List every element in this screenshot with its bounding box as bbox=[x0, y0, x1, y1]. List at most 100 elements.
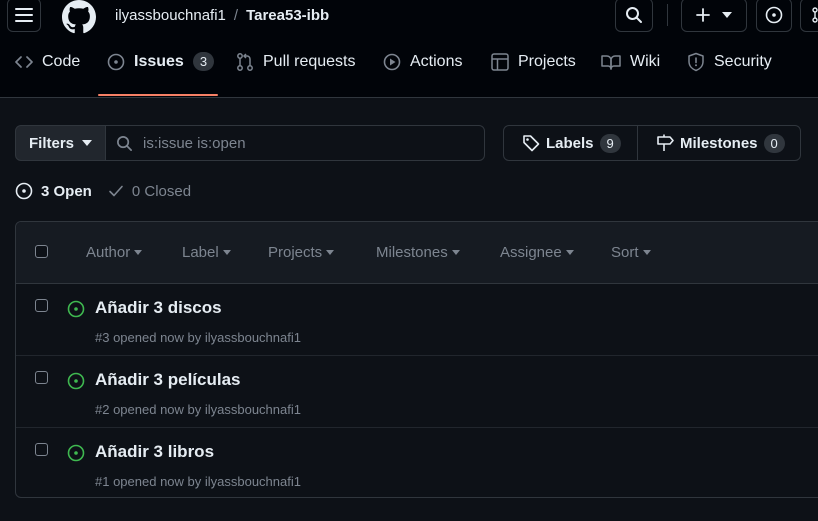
git-pull-request-icon bbox=[237, 53, 253, 71]
tab-security[interactable]: Security bbox=[687, 52, 772, 90]
search-icon bbox=[117, 135, 132, 151]
breadcrumb-separator: / bbox=[233, 7, 239, 24]
issue-title-link[interactable]: Añadir 3 libros bbox=[95, 442, 214, 462]
assignee-filter[interactable]: Assignee bbox=[500, 244, 574, 261]
issue-meta: #2 opened now by ilyassbouchnafi1 bbox=[95, 402, 301, 417]
issue-row: Añadir 3 discos #3 opened now by ilyassb… bbox=[16, 284, 818, 356]
issue-checkbox[interactable] bbox=[35, 371, 48, 384]
tab-code[interactable]: Code bbox=[15, 52, 80, 90]
triangle-down-icon bbox=[451, 250, 460, 255]
search-query: is:issue is:open bbox=[143, 134, 246, 152]
tab-wiki-label: Wiki bbox=[630, 53, 661, 70]
github-logo[interactable] bbox=[62, 0, 96, 34]
repo-name-link[interactable]: Tarea53-ibb bbox=[246, 7, 329, 24]
create-new-button[interactable] bbox=[681, 0, 747, 32]
search-icon bbox=[626, 7, 642, 23]
open-count-label: 3 Open bbox=[41, 182, 92, 200]
milestones-filter-label: Milestones bbox=[376, 244, 448, 261]
filters-button[interactable]: Filters bbox=[15, 125, 106, 161]
search-button[interactable] bbox=[615, 0, 653, 32]
assignee-filter-label: Assignee bbox=[500, 244, 562, 261]
hamburger-icon bbox=[15, 8, 33, 22]
menu-button[interactable] bbox=[7, 0, 41, 32]
table-icon bbox=[491, 53, 509, 71]
repo-owner-link[interactable]: ilyassbouchnafi1 bbox=[115, 7, 226, 24]
label-filter[interactable]: Label bbox=[182, 244, 231, 261]
issue-opened-icon bbox=[67, 300, 85, 318]
closed-count-label: 0 Closed bbox=[131, 182, 192, 200]
breadcrumb: ilyassbouchnafi1 / Tarea53-ibb bbox=[115, 7, 329, 24]
labels-button[interactable]: Labels 9 bbox=[504, 126, 637, 160]
tag-icon bbox=[523, 135, 540, 152]
tab-issues-label: Issues bbox=[134, 53, 184, 70]
sort-filter-label: Sort bbox=[611, 244, 639, 261]
issues-list-header: Author Label Projects Milestones Assigne… bbox=[16, 222, 818, 284]
issues-list: Author Label Projects Milestones Assigne… bbox=[15, 221, 818, 498]
pull-requests-button[interactable] bbox=[800, 0, 818, 32]
pull-request-icon bbox=[812, 7, 818, 23]
issue-opened-icon bbox=[15, 182, 33, 200]
issues-button[interactable] bbox=[756, 0, 792, 32]
tab-security-label: Security bbox=[714, 53, 772, 70]
tab-pull-requests[interactable]: Pull requests bbox=[236, 52, 356, 90]
toolbar-divider bbox=[667, 4, 668, 26]
triangle-down-icon bbox=[326, 250, 335, 255]
projects-filter-label: Projects bbox=[268, 244, 323, 261]
tab-pull-requests-label: Pull requests bbox=[263, 53, 356, 70]
tab-code-label: Code bbox=[42, 53, 81, 70]
label-filter-label: Label bbox=[182, 244, 219, 261]
filters-label: Filters bbox=[28, 134, 74, 152]
issue-checkbox[interactable] bbox=[35, 443, 48, 456]
issues-count-badge: 3 bbox=[192, 52, 215, 71]
book-icon bbox=[601, 55, 621, 70]
tab-actions-label: Actions bbox=[410, 53, 463, 70]
sort-filter[interactable]: Sort bbox=[611, 244, 651, 261]
milestone-icon bbox=[657, 134, 674, 151]
labels-milestones-group: Labels 9 Milestones 0 bbox=[503, 125, 801, 161]
shield-icon bbox=[688, 52, 704, 72]
author-filter-label: Author bbox=[86, 244, 131, 261]
check-icon bbox=[109, 185, 123, 197]
triangle-down-icon bbox=[222, 250, 231, 255]
triangle-down-icon bbox=[642, 250, 651, 255]
issue-state-toggle: 3 Open 0 Closed bbox=[15, 182, 207, 200]
issue-opened-icon bbox=[67, 372, 85, 390]
milestones-filter[interactable]: Milestones bbox=[376, 244, 460, 261]
closed-issues-link[interactable]: 0 Closed bbox=[108, 183, 191, 200]
milestones-count-badge: 0 bbox=[763, 133, 785, 153]
repo-nav: Code Issues 3 Pull requests Actions Proj… bbox=[0, 36, 818, 98]
issue-title-link[interactable]: Añadir 3 películas bbox=[95, 370, 241, 390]
tab-wiki[interactable]: Wiki bbox=[601, 52, 660, 90]
code-icon bbox=[15, 56, 33, 68]
projects-filter[interactable]: Projects bbox=[268, 244, 335, 261]
tab-projects-label: Projects bbox=[518, 53, 576, 70]
issue-row: Añadir 3 libros #1 opened now by ilyassb… bbox=[16, 428, 818, 497]
issue-opened-icon bbox=[765, 6, 783, 24]
issue-opened-icon bbox=[67, 444, 85, 462]
milestones-label: Milestones bbox=[680, 134, 758, 152]
select-all-checkbox[interactable] bbox=[35, 245, 48, 258]
issue-row: Añadir 3 películas #2 opened now by ilya… bbox=[16, 356, 818, 428]
triangle-down-icon bbox=[134, 250, 143, 255]
active-tab-underline bbox=[98, 94, 218, 96]
issue-title-link[interactable]: Añadir 3 discos bbox=[95, 298, 222, 318]
triangle-down-icon bbox=[722, 12, 732, 18]
milestones-button[interactable]: Milestones 0 bbox=[637, 126, 800, 160]
issue-meta: #3 opened now by ilyassbouchnafi1 bbox=[95, 330, 301, 345]
issue-meta: #1 opened now by ilyassbouchnafi1 bbox=[95, 474, 301, 489]
tab-issues[interactable]: Issues 3 bbox=[107, 52, 215, 90]
triangle-down-icon bbox=[82, 140, 92, 146]
issue-search-input[interactable]: is:issue is:open bbox=[105, 125, 485, 161]
issue-checkbox[interactable] bbox=[35, 299, 48, 312]
labels-label: Labels bbox=[546, 134, 594, 152]
plus-icon bbox=[696, 8, 710, 22]
tab-projects[interactable]: Projects bbox=[491, 52, 576, 90]
tab-actions[interactable]: Actions bbox=[383, 52, 462, 90]
labels-count-badge: 9 bbox=[599, 133, 621, 153]
open-issues-link[interactable]: 3 Open bbox=[15, 182, 92, 200]
play-icon bbox=[383, 53, 401, 71]
author-filter[interactable]: Author bbox=[86, 244, 143, 261]
top-bar: ilyassbouchnafi1 / Tarea53-ibb bbox=[0, 0, 818, 36]
triangle-down-icon bbox=[565, 250, 574, 255]
issue-opened-icon bbox=[107, 53, 125, 71]
